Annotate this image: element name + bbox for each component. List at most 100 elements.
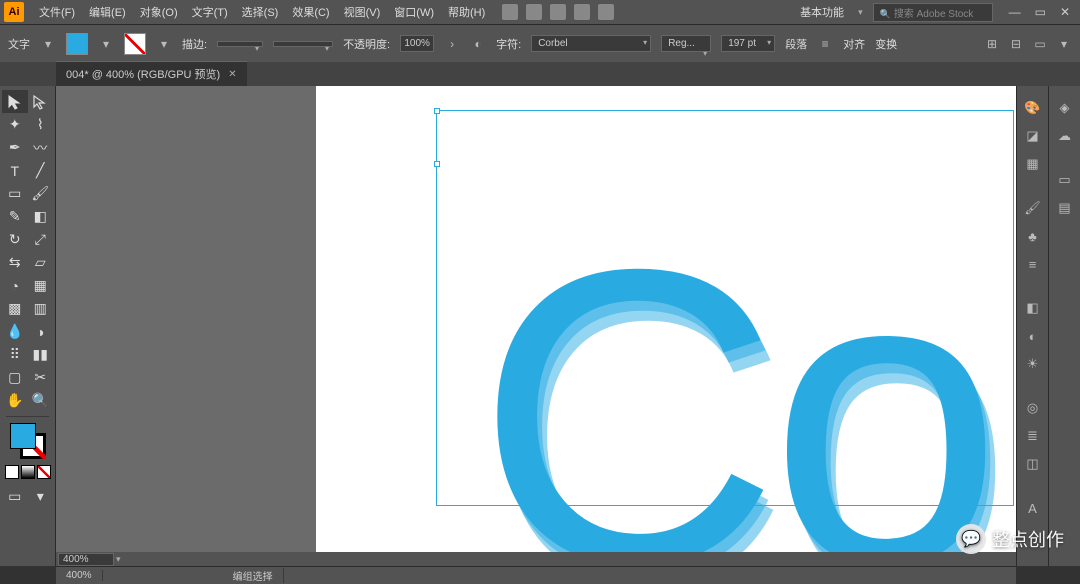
zoom-tool[interactable]: 🔍 bbox=[28, 389, 54, 412]
stock-search-input[interactable]: 搜索 Adobe Stock bbox=[873, 3, 993, 22]
extra-icon[interactable] bbox=[574, 4, 590, 20]
color-mode-gradient[interactable] bbox=[21, 465, 35, 479]
magic-wand-tool[interactable]: ✦ bbox=[2, 113, 28, 136]
line-tool[interactable]: ╱ bbox=[28, 159, 54, 182]
stroke-weight-dropdown[interactable] bbox=[217, 41, 263, 47]
draw-mode-tool[interactable]: ▾ bbox=[28, 485, 54, 508]
maximize-button[interactable]: ▭ bbox=[1035, 5, 1046, 19]
rotate-tool[interactable]: ↻ bbox=[2, 228, 28, 251]
panel-layers-icon[interactable]: ◈ bbox=[1053, 96, 1077, 120]
menu-item[interactable]: 效果(C) bbox=[285, 4, 336, 20]
chevron-down-icon[interactable]: ▾ bbox=[156, 36, 172, 52]
panel-cc-icon[interactable]: ☁ bbox=[1053, 124, 1077, 148]
artboard-tool[interactable]: ▢ bbox=[2, 366, 28, 389]
curvature-tool[interactable]: 〰 bbox=[28, 136, 54, 159]
gradient-tool[interactable]: ▥ bbox=[28, 297, 54, 320]
font-style-dropdown[interactable]: Reg... bbox=[661, 35, 711, 52]
opt-menu-icon[interactable]: ▾ bbox=[1056, 36, 1072, 52]
menu-item[interactable]: 文字(T) bbox=[185, 4, 235, 20]
graph-tool[interactable]: ▮▮ bbox=[28, 343, 54, 366]
rectangle-tool[interactable]: ▭ bbox=[2, 182, 28, 205]
scale-tool[interactable]: ⤢ bbox=[28, 228, 54, 251]
shape-builder-tool[interactable]: ◔ bbox=[2, 274, 28, 297]
align-label[interactable]: 对齐 bbox=[843, 36, 865, 52]
brush-def-dropdown[interactable] bbox=[273, 41, 333, 47]
zoom-status[interactable]: 400% bbox=[56, 570, 103, 581]
panel-symbol-icon[interactable]: ♣ bbox=[1021, 224, 1045, 248]
menu-item[interactable]: 对象(O) bbox=[133, 4, 185, 20]
panel-brush-icon[interactable]: 🖌 bbox=[1021, 196, 1045, 220]
panel-grad-icon[interactable]: ◧ bbox=[1021, 296, 1045, 320]
color-mode-none[interactable] bbox=[37, 465, 51, 479]
pen-tool[interactable]: ✒ bbox=[2, 136, 28, 159]
panel-gstyle-icon[interactable]: ◎ bbox=[1021, 396, 1045, 420]
document-tab[interactable]: 004* @ 400% (RGB/GPU 预览) ✕ bbox=[56, 61, 247, 86]
transform-label[interactable]: 变换 bbox=[875, 36, 897, 52]
screen-mode-tool[interactable]: ▭ bbox=[2, 485, 28, 508]
panel-color-icon[interactable]: 🎨 bbox=[1021, 96, 1045, 120]
hand-tool[interactable]: ✋ bbox=[2, 389, 28, 412]
chevron-down-icon[interactable]: ▾ bbox=[858, 7, 863, 18]
extra-icon[interactable] bbox=[550, 4, 566, 20]
menu-item[interactable]: 编辑(E) bbox=[82, 4, 133, 20]
color-mode-solid[interactable] bbox=[5, 465, 19, 479]
panel-trans-icon[interactable]: ◐ bbox=[1021, 324, 1045, 348]
panel-guide-icon[interactable]: ◪ bbox=[1021, 124, 1045, 148]
chevron-down-icon[interactable]: ▾ bbox=[98, 36, 114, 52]
opt-icon[interactable]: ⊞ bbox=[984, 36, 1000, 52]
chevron-down-icon[interactable]: ▾ bbox=[116, 554, 121, 565]
font-family-dropdown[interactable]: Corbel bbox=[531, 35, 651, 52]
extra-icon[interactable] bbox=[526, 4, 542, 20]
shaper-tool[interactable]: ✎ bbox=[2, 205, 28, 228]
chevron-down-icon[interactable]: ▾ bbox=[40, 36, 56, 52]
panel-asset-icon[interactable]: ▤ bbox=[1053, 196, 1077, 220]
eyedropper-tool[interactable]: 💧 bbox=[2, 320, 28, 343]
width-tool[interactable]: ⇆ bbox=[2, 251, 28, 274]
menu-item[interactable]: 窗口(W) bbox=[387, 4, 441, 20]
menu-item[interactable]: 文件(F) bbox=[32, 4, 82, 20]
paintbrush-tool[interactable]: 🖌 bbox=[28, 182, 54, 205]
zoom-field[interactable]: 400% bbox=[58, 553, 114, 566]
opt-icon[interactable]: ⊟ bbox=[1008, 36, 1024, 52]
perspective-tool[interactable]: ▦ bbox=[28, 274, 54, 297]
lasso-tool[interactable]: ⌇ bbox=[28, 113, 54, 136]
direct-selection-tool[interactable] bbox=[28, 90, 54, 113]
font-size-dropdown[interactable]: 197 pt bbox=[721, 35, 775, 52]
panel-appear-icon[interactable]: ☀ bbox=[1021, 352, 1045, 376]
menu-item[interactable]: 帮助(H) bbox=[441, 4, 492, 20]
fill-stroke-block[interactable] bbox=[10, 423, 46, 459]
opacity-field[interactable]: 100% bbox=[400, 35, 434, 52]
workspace-switcher[interactable]: 基本功能 bbox=[796, 4, 848, 20]
minimize-button[interactable]: — bbox=[1009, 5, 1021, 19]
canvas[interactable]: Co Co Co 400% ▾ bbox=[56, 86, 1016, 566]
slice-tool[interactable]: ✂ bbox=[28, 366, 54, 389]
selection-handle[interactable] bbox=[434, 108, 440, 114]
style-icon[interactable]: ◐ bbox=[470, 36, 486, 52]
extra-icon[interactable] bbox=[502, 4, 518, 20]
eraser-tool[interactable]: ◧ bbox=[28, 205, 54, 228]
mesh-tool[interactable]: ▩ bbox=[2, 297, 28, 320]
fill-color-swatch[interactable] bbox=[66, 33, 88, 55]
panel-char2-icon[interactable]: A bbox=[1021, 496, 1045, 520]
blend-tool[interactable]: ◑ bbox=[28, 320, 54, 343]
extra-icon[interactable] bbox=[598, 4, 614, 20]
menu-item[interactable]: 选择(S) bbox=[235, 4, 286, 20]
panel-stroke-icon[interactable]: ≡ bbox=[1021, 252, 1045, 276]
type-tool[interactable]: T bbox=[2, 159, 28, 182]
chevron-right-icon[interactable]: › bbox=[444, 36, 460, 52]
paragraph-label[interactable]: 段落 bbox=[785, 36, 807, 52]
selection-tool[interactable] bbox=[2, 90, 28, 113]
stroke-color-swatch[interactable] bbox=[124, 33, 146, 55]
panel-artboard-icon[interactable]: ▭ bbox=[1053, 168, 1077, 192]
symbol-sprayer-tool[interactable]: ⠿ bbox=[2, 343, 28, 366]
panel-swatch-icon[interactable]: ▦ bbox=[1021, 152, 1045, 176]
paragraph-icon[interactable]: ≡ bbox=[817, 36, 833, 52]
fill-indicator[interactable] bbox=[10, 423, 36, 449]
selection-handle[interactable] bbox=[434, 161, 440, 167]
panel-align-icon[interactable]: ≣ bbox=[1021, 424, 1045, 448]
opt-icon[interactable]: ▭ bbox=[1032, 36, 1048, 52]
close-button[interactable]: ✕ bbox=[1060, 5, 1070, 19]
panel-pathf-icon[interactable]: ◫ bbox=[1021, 452, 1045, 476]
close-icon[interactable]: ✕ bbox=[228, 69, 236, 80]
free-transform-tool[interactable]: ▱ bbox=[28, 251, 54, 274]
